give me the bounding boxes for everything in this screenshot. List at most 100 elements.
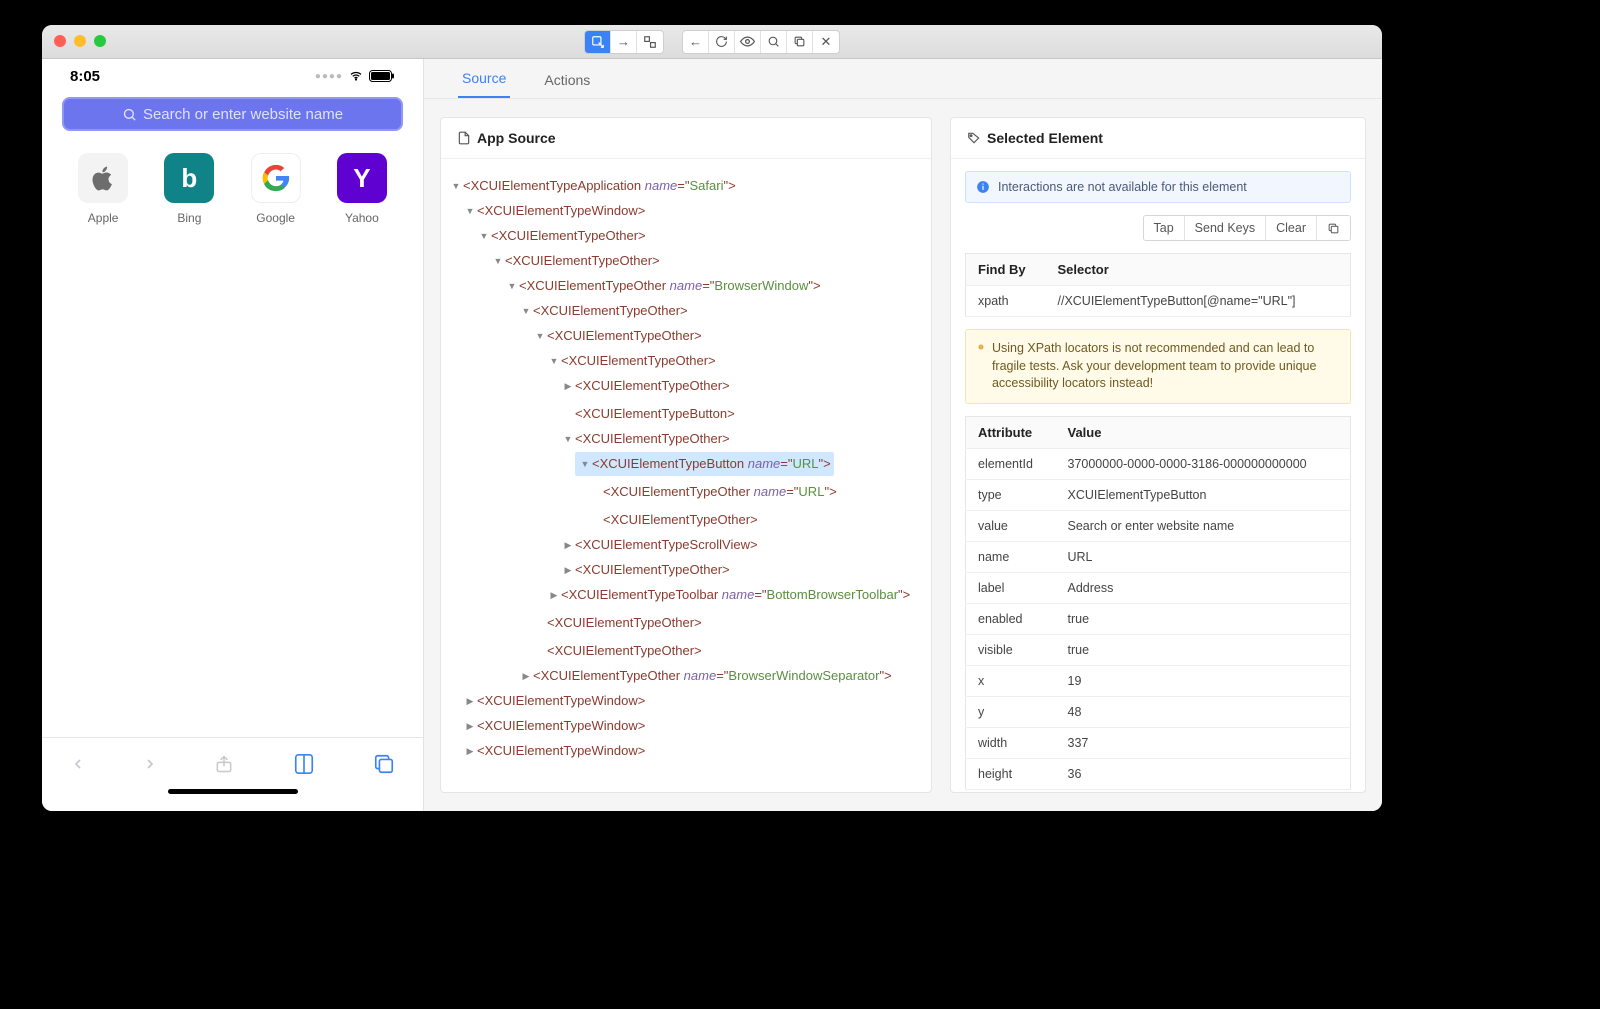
info-icon [976,180,990,194]
attribute-row: height36 [966,758,1351,789]
chevron-down-icon[interactable]: ▼ [578,452,592,476]
tree-node[interactable]: ▼<XCUIElementTypeButton name="URL"> [575,452,834,476]
attribute-row: valueSearch or enter website name [966,510,1351,541]
device-screenshot-panel: 8:05 ●●●● Search or enter website name [42,59,424,811]
bookmarks-icon[interactable] [291,753,317,775]
chevron-down-icon[interactable]: ▼ [519,299,533,323]
tree-node[interactable]: ▶<XCUIElementTypeScrollView> [561,533,758,557]
chevron-down-icon[interactable]: ▼ [449,174,463,198]
attribute-row: labelAddress [966,572,1351,603]
favorite-label: Apple [88,211,119,225]
tap-button[interactable]: Tap [1144,216,1185,240]
safari-bottom-toolbar [42,737,423,789]
copy-icon [1327,222,1340,235]
toolbar-group-interaction: → [584,30,664,54]
chevron-right-icon[interactable]: ▶ [561,533,575,557]
copy-xml-icon[interactable] [787,31,813,53]
cellular-icon: ●●●● [315,71,343,82]
chevron-right-icon[interactable]: ▶ [561,558,575,582]
chevron-right-icon[interactable]: ▶ [519,664,533,688]
tree-node[interactable]: <XCUIElementTypeOther> [533,611,702,635]
minimize-window-icon[interactable] [74,35,86,47]
tree-node[interactable]: ▼<XCUIElementTypeOther> [561,427,730,451]
chevron-down-icon[interactable]: ▼ [547,349,561,373]
attribute-row: visibletrue [966,634,1351,665]
copy-button[interactable] [1317,216,1350,240]
chevron-down-icon[interactable]: ▼ [477,224,491,248]
share-icon[interactable] [214,752,234,776]
send-keys-button[interactable]: Send Keys [1185,216,1266,240]
tree-node[interactable]: ▼<XCUIElementTypeOther name="BrowserWind… [505,274,821,298]
attribute-row: typeXCUIElementTypeButton [966,479,1351,510]
tree-node[interactable]: ▼<XCUIElementTypeOther> [491,249,660,273]
tap-by-coord-tool[interactable] [637,31,663,53]
tabs-icon[interactable] [373,753,395,775]
attributes-table: Attribute Value elementId37000000-0000-0… [965,416,1351,790]
tree-node[interactable]: <XCUIElementTypeButton> [561,402,735,426]
nav-back-icon[interactable] [70,753,86,775]
element-action-buttons: Tap Send Keys Clear [1143,215,1352,241]
chevron-right-icon[interactable]: ▶ [463,714,477,738]
source-tree[interactable]: ▼<XCUIElementTypeApplication name="Safar… [441,159,931,777]
chevron-down-icon[interactable]: ▼ [505,274,519,298]
chevron-right-icon[interactable]: ▶ [463,739,477,763]
tree-node[interactable]: ▼<XCUIElementTypeApplication name="Safar… [449,174,736,198]
window-traffic-lights [54,35,106,47]
phone-status-bar: 8:05 ●●●● [42,59,423,89]
chevron-right-icon[interactable]: ▶ [561,374,575,398]
select-element-tool[interactable] [585,31,611,53]
nav-forward-icon[interactable] [142,753,158,775]
eye-icon[interactable] [735,31,761,53]
attribute-row: width337 [966,727,1351,758]
app-source-title: App Source [477,130,556,146]
tree-node[interactable]: ▶<XCUIElementTypeWindow> [463,689,645,713]
clear-button[interactable]: Clear [1266,216,1317,240]
zoom-window-icon[interactable] [94,35,106,47]
tree-node[interactable]: <XCUIElementTypeOther name="URL"> [589,480,837,504]
appium-inspector-window: → ← [42,25,1382,811]
tree-node[interactable]: ▶<XCUIElementTypeOther> [561,374,730,398]
attribute-row: y48 [966,696,1351,727]
chevron-right-icon[interactable]: ▶ [463,689,477,713]
chevron-down-icon[interactable]: ▼ [561,427,575,451]
chevron-down-icon[interactable]: ▼ [533,324,547,348]
safari-url-bar[interactable]: Search or enter website name [62,97,403,131]
file-icon [457,131,471,145]
chevron-right-icon[interactable]: ▶ [547,583,561,607]
tree-node[interactable]: ▶<XCUIElementTypeToolbar name="BottomBro… [547,583,910,607]
tree-node[interactable]: ▶<XCUIElementTypeOther> [561,558,730,582]
tree-node[interactable]: ▼<XCUIElementTypeOther> [519,299,688,323]
tab-source[interactable]: Source [458,70,510,98]
favorite-google[interactable]: Google [241,153,311,225]
favorite-label: Google [256,211,295,225]
tree-node[interactable]: ▶<XCUIElementTypeOther name="BrowserWind… [519,664,892,688]
tree-node[interactable]: ▼<XCUIElementTypeOther> [477,224,646,248]
tree-node[interactable]: ▼<XCUIElementTypeWindow> [463,199,645,223]
interaction-info-alert: Interactions are not available for this … [965,171,1351,203]
favorite-bing[interactable]: b Bing [154,153,224,225]
tree-node[interactable]: <XCUIElementTypeOther> [533,639,702,663]
tree-node[interactable]: ▼<XCUIElementTypeOther> [547,349,716,373]
search-icon[interactable] [761,31,787,53]
favorite-yahoo[interactable]: Y Yahoo [327,153,397,225]
refresh-button[interactable] [709,31,735,53]
attribute-row: nameURL [966,541,1351,572]
swipe-tool[interactable]: → [611,31,637,53]
favorite-label: Yahoo [345,211,379,225]
back-button[interactable]: ← [683,31,709,53]
quit-session-icon[interactable]: ✕ [813,31,839,53]
tab-actions[interactable]: Actions [540,72,594,98]
home-indicator [42,789,423,811]
chevron-down-icon[interactable]: ▼ [491,249,505,273]
tree-node[interactable]: ▶<XCUIElementTypeWindow> [463,739,645,763]
favorite-apple[interactable]: Apple [68,153,138,225]
close-window-icon[interactable] [54,35,66,47]
tree-node[interactable]: <XCUIElementTypeOther> [589,508,758,532]
attribute-row: enabledtrue [966,603,1351,634]
selected-element-title: Selected Element [987,130,1103,146]
tree-node[interactable]: ▼<XCUIElementTypeOther> [533,324,702,348]
status-time: 8:05 [70,68,100,85]
tree-node[interactable]: ▶<XCUIElementTypeWindow> [463,714,645,738]
attribute-row: elementId37000000-0000-0000-3186-0000000… [966,448,1351,479]
chevron-down-icon[interactable]: ▼ [463,199,477,223]
